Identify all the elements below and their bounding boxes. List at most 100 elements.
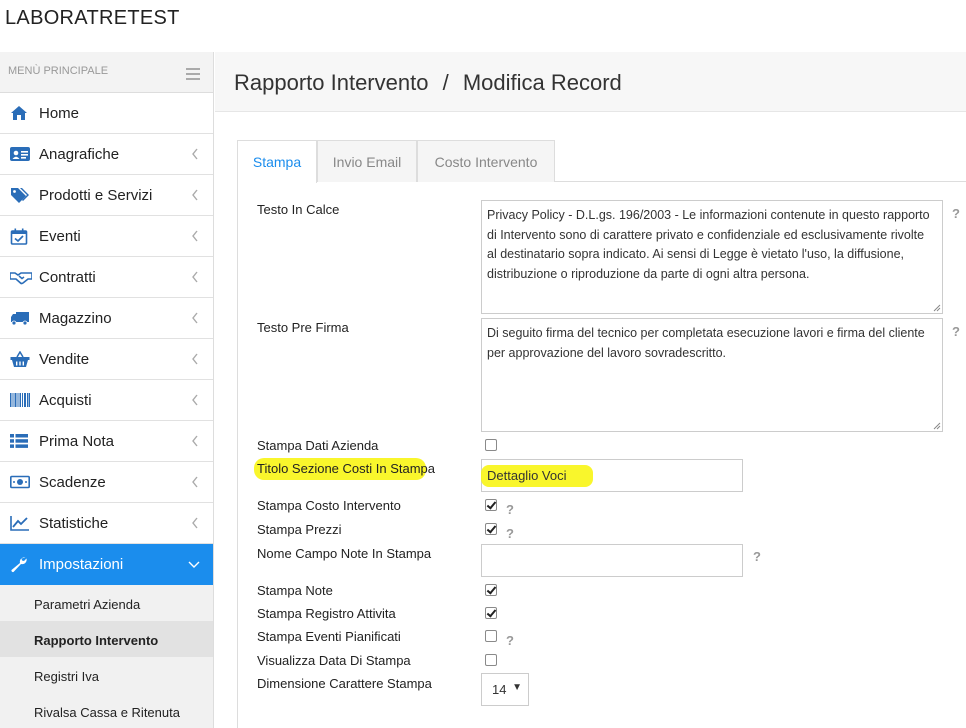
visualizza-data-stampa-checkbox[interactable] bbox=[485, 654, 497, 666]
label-stampa-registro-attivita: Stampa Registro Attivita bbox=[257, 606, 396, 621]
tab-invio-email[interactable]: Invio Email bbox=[317, 140, 417, 182]
nome-campo-note-input[interactable] bbox=[481, 544, 743, 577]
stampa-prezzi-checkbox[interactable] bbox=[485, 523, 497, 535]
stampa-registro-attivita-checkbox[interactable] bbox=[485, 607, 497, 619]
tab-costo-intervento[interactable]: Costo Intervento bbox=[417, 140, 555, 182]
sidebar-item-prodotti-servizi[interactable]: Prodotti e Servizi bbox=[0, 175, 213, 216]
dimensione-carattere-select[interactable]: 14 ▼ bbox=[481, 673, 529, 706]
sidebar-item-label: Scadenze bbox=[39, 474, 106, 491]
submenu-item-label: Parametri Azienda bbox=[34, 597, 141, 612]
help-icon[interactable]: ? bbox=[952, 206, 960, 221]
sidebar-item-label: Contratti bbox=[39, 269, 96, 286]
testo-in-calce-value: Privacy Policy - D.L.gs. 196/2003 - Le i… bbox=[487, 208, 930, 281]
submenu-item-label: Rivalsa Cassa e Ritenuta bbox=[34, 705, 180, 720]
help-icon[interactable]: ? bbox=[506, 526, 514, 541]
money-bill-icon bbox=[10, 474, 30, 491]
label-stampa-costo-intervento: Stampa Costo Intervento bbox=[257, 498, 401, 513]
sidebar-item-label: Prodotti e Servizi bbox=[39, 187, 153, 204]
sidebar-item-label: Impostazioni bbox=[39, 556, 124, 573]
page-header: Rapporto Intervento / Modifica Record bbox=[215, 52, 966, 112]
submenu-item-label: Rapporto Intervento bbox=[34, 633, 159, 648]
label-dimensione-carattere: Dimensione Carattere Stampa bbox=[257, 676, 432, 691]
sidebar-item-statistiche[interactable]: Statistiche bbox=[0, 503, 213, 544]
submenu-item-registri-iva[interactable]: Registri Iva bbox=[0, 657, 213, 693]
hamburger-icon[interactable] bbox=[186, 68, 200, 80]
tab-stampa[interactable]: Stampa bbox=[237, 140, 317, 183]
label-nome-campo-note: Nome Campo Note In Stampa bbox=[257, 546, 432, 561]
home-icon bbox=[10, 105, 30, 122]
resize-grip-icon[interactable] bbox=[933, 422, 941, 430]
chevron-left-icon bbox=[192, 435, 198, 447]
submenu-item-label: Registri Iva bbox=[34, 669, 100, 684]
chevron-left-icon bbox=[192, 394, 198, 406]
stampa-dati-azienda-checkbox[interactable] bbox=[485, 439, 497, 451]
label-visualizza-data-stampa: Visualizza Data Di Stampa bbox=[257, 653, 411, 668]
titolo-sezione-costi-input[interactable]: Dettaglio Voci bbox=[481, 459, 743, 492]
chevron-left-icon bbox=[192, 189, 198, 201]
handshake-icon bbox=[9, 269, 33, 286]
sidebar-item-magazzino[interactable]: Magazzino bbox=[0, 298, 213, 339]
sidebar-item-label: Eventi bbox=[39, 228, 81, 245]
help-icon[interactable]: ? bbox=[952, 324, 960, 339]
line-chart-icon bbox=[10, 515, 30, 532]
tab-content-stampa: Testo In Calce Privacy Policy - D.L.gs. … bbox=[237, 182, 966, 728]
chevron-left-icon bbox=[192, 353, 198, 365]
chevron-left-icon bbox=[192, 312, 198, 324]
submenu-item-rivalsa-cassa[interactable]: Rivalsa Cassa e Ritenuta bbox=[0, 693, 213, 728]
tab-bar: Stampa Invio Email Costo Intervento bbox=[237, 140, 966, 183]
label-titolo-sezione-costi: Titolo Sezione Costi In Stampa bbox=[257, 461, 435, 476]
testo-in-calce-textarea[interactable]: Privacy Policy - D.L.gs. 196/2003 - Le i… bbox=[481, 200, 943, 314]
basket-icon bbox=[10, 350, 30, 368]
sidebar-item-label: Magazzino bbox=[39, 310, 112, 327]
resize-grip-icon[interactable] bbox=[933, 304, 941, 312]
sidebar-item-label: Vendite bbox=[39, 351, 90, 368]
brand-title[interactable]: LABORATRETEST bbox=[5, 7, 180, 30]
titolo-sezione-costi-value: Dettaglio Voci bbox=[487, 468, 567, 483]
label-stampa-prezzi: Stampa Prezzi bbox=[257, 522, 342, 537]
sidebar-item-eventi[interactable]: Eventi bbox=[0, 216, 213, 257]
settings-submenu: Parametri Azienda Rapporto Intervento Re… bbox=[0, 585, 213, 728]
sidebar-item-label: Anagrafiche bbox=[39, 146, 120, 163]
label-testo-in-calce: Testo In Calce bbox=[257, 202, 340, 217]
help-icon[interactable]: ? bbox=[753, 549, 761, 564]
address-card-icon bbox=[10, 146, 30, 163]
sidebar-item-prima-nota[interactable]: Prima Nota bbox=[0, 421, 213, 462]
main-content: Rapporto Intervento / Modifica Record St… bbox=[215, 52, 966, 728]
truck-icon bbox=[10, 310, 30, 327]
list-icon bbox=[10, 433, 30, 450]
sidebar-item-acquisti[interactable]: Acquisti bbox=[0, 380, 213, 421]
sidebar-item-scadenze[interactable]: Scadenze bbox=[0, 462, 213, 503]
calendar-check-icon bbox=[10, 228, 30, 245]
page-title-sub: Modifica Record bbox=[462, 70, 622, 95]
sidebar-item-label: Home bbox=[39, 105, 80, 122]
sidebar-item-home[interactable]: Home bbox=[0, 93, 213, 134]
sidebar-item-vendite[interactable]: Vendite bbox=[0, 339, 213, 380]
top-bar: LABORATRETEST bbox=[0, 0, 966, 52]
label-stampa-note: Stampa Note bbox=[257, 583, 333, 598]
wrench-icon bbox=[10, 556, 30, 573]
sidebar-header-label: MENÙ PRINCIPALE bbox=[8, 65, 109, 77]
submenu-item-rapporto-intervento[interactable]: Rapporto Intervento bbox=[0, 621, 213, 657]
stampa-note-checkbox[interactable] bbox=[485, 584, 497, 596]
stampa-costo-intervento-checkbox[interactable] bbox=[485, 499, 497, 511]
page-title: Rapporto Intervento / Modifica Record bbox=[234, 70, 622, 96]
sidebar-item-anagrafiche[interactable]: Anagrafiche bbox=[0, 134, 213, 175]
chevron-left-icon bbox=[192, 271, 198, 283]
chevron-left-icon bbox=[192, 517, 198, 529]
chevron-left-icon bbox=[192, 476, 198, 488]
form-panel: Stampa Invio Email Costo Intervento Test… bbox=[237, 140, 966, 728]
caret-down-icon: ▼ bbox=[512, 682, 522, 693]
label-stampa-eventi-pianificati: Stampa Eventi Pianificati bbox=[257, 629, 401, 644]
breadcrumb-separator: / bbox=[442, 70, 449, 95]
sidebar-item-label: Acquisti bbox=[39, 392, 92, 409]
help-icon[interactable]: ? bbox=[506, 502, 514, 517]
testo-pre-firma-value: Di seguito firma del tecnico per complet… bbox=[487, 326, 925, 360]
sidebar-item-impostazioni[interactable]: Impostazioni bbox=[0, 544, 213, 585]
testo-pre-firma-textarea[interactable]: Di seguito firma del tecnico per complet… bbox=[481, 318, 943, 432]
submenu-item-parametri-azienda[interactable]: Parametri Azienda bbox=[0, 585, 213, 621]
help-icon[interactable]: ? bbox=[506, 633, 514, 648]
sidebar-item-label: Statistiche bbox=[39, 515, 109, 532]
stampa-eventi-pianificati-checkbox[interactable] bbox=[485, 630, 497, 642]
chevron-down-icon bbox=[188, 561, 200, 568]
sidebar-item-contratti[interactable]: Contratti bbox=[0, 257, 213, 298]
